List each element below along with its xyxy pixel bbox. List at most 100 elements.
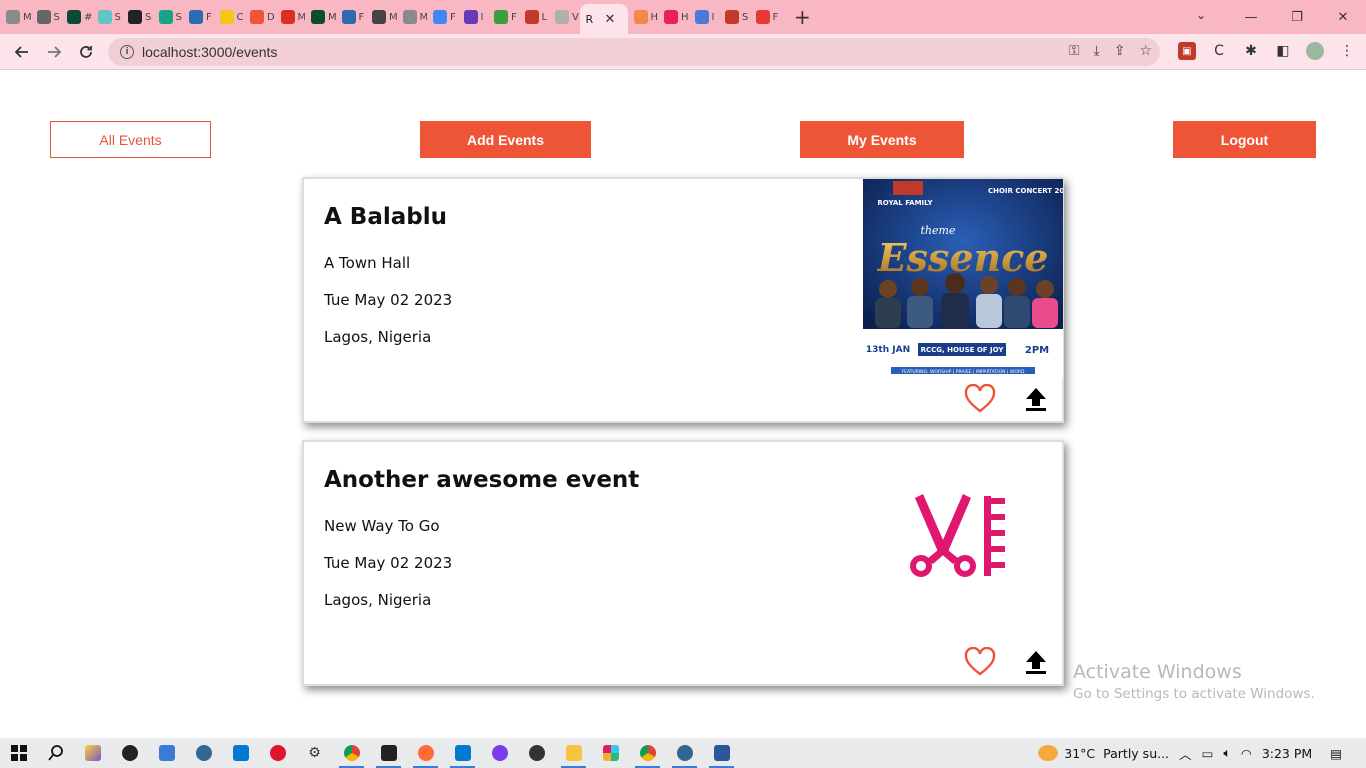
battery-icon[interactable]: ▭: [1202, 746, 1214, 761]
window-controls: — ❐ ✕: [1228, 0, 1366, 34]
menu-icon[interactable]: ⋮: [1338, 42, 1356, 60]
opera-icon[interactable]: [259, 738, 296, 768]
clock[interactable]: 3:23 PM: [1262, 746, 1312, 761]
browser-tab[interactable]: I: [689, 4, 720, 30]
forward-icon[interactable]: [38, 36, 70, 68]
wifi-icon[interactable]: ◠: [1241, 746, 1252, 761]
postman-icon[interactable]: [407, 738, 444, 768]
bookmark-star-icon[interactable]: ☆: [1139, 43, 1152, 59]
browser-tab[interactable]: S: [153, 4, 184, 30]
chrome-icon[interactable]: [629, 738, 666, 768]
slack-icon[interactable]: [592, 738, 629, 768]
extension-c-icon[interactable]: C: [1210, 42, 1228, 60]
tab-favicon-icon: [433, 10, 447, 24]
extensions-area: ▣ C ✱ ◧ ⋮: [1178, 42, 1356, 60]
add-events-button[interactable]: Add Events: [420, 121, 591, 158]
notifications-icon[interactable]: ▤: [1330, 746, 1342, 761]
browser-toolbar: i localhost:3000/events ⚿ ⤓ ⇪ ☆ ▣ C ✱ ◧ …: [0, 34, 1366, 70]
postgres-icon[interactable]: [666, 738, 703, 768]
active-tab[interactable]: R ✕: [579, 4, 628, 34]
new-tab-button[interactable]: +: [794, 5, 811, 29]
windows-start-icon[interactable]: [0, 738, 37, 768]
tab-label: M: [297, 11, 306, 23]
key-icon[interactable]: ⚿: [1069, 43, 1080, 59]
browser-tab[interactable]: V: [549, 4, 580, 30]
share-icon[interactable]: ⇪: [1114, 43, 1126, 59]
app-icon[interactable]: [74, 738, 111, 768]
browser-tab[interactable]: S: [122, 4, 153, 30]
minimize-icon[interactable]: —: [1228, 0, 1274, 34]
azure-icon[interactable]: [222, 738, 259, 768]
browser-tab[interactable]: F: [750, 4, 781, 30]
tab-label: S: [145, 11, 152, 23]
vscode-icon[interactable]: [444, 738, 481, 768]
browser-tab[interactable]: S: [92, 4, 123, 30]
tab-favicon-icon: [250, 10, 264, 24]
file-explorer-icon[interactable]: [555, 738, 592, 768]
my-events-button[interactable]: My Events: [800, 121, 964, 158]
back-icon[interactable]: [6, 36, 38, 68]
close-window-icon[interactable]: ✕: [1320, 0, 1366, 34]
settings-icon[interactable]: ⚙: [296, 738, 333, 768]
app-icon[interactable]: [481, 738, 518, 768]
chrome-icon[interactable]: [333, 738, 370, 768]
browser-tab[interactable]: M: [305, 4, 336, 30]
all-events-button[interactable]: All Events: [50, 121, 211, 158]
browser-tab[interactable]: F: [427, 4, 458, 30]
watermark-title: Activate Windows: [1073, 661, 1242, 683]
browser-tab[interactable]: #: [61, 4, 92, 30]
app-icon[interactable]: [148, 738, 185, 768]
tray-expand-icon[interactable]: ︿: [1179, 744, 1192, 763]
address-bar[interactable]: i localhost:3000/events ⚿ ⤓ ⇪ ☆: [108, 38, 1160, 66]
poster-headline: Essence: [877, 235, 1049, 280]
browser-tab[interactable]: F: [488, 4, 519, 30]
event-location: Lagos, Nigeria: [324, 591, 432, 609]
tab-label: H: [650, 11, 659, 23]
browser-tab[interactable]: S: [719, 4, 750, 30]
restore-icon[interactable]: ❐: [1274, 0, 1320, 34]
profile-avatar[interactable]: [1306, 42, 1324, 60]
browser-tab[interactable]: I: [458, 4, 489, 30]
upload-icon[interactable]: [1024, 649, 1048, 675]
tab-label: I: [711, 11, 715, 23]
browser-tab[interactable]: L: [519, 4, 550, 30]
tab-search-icon[interactable]: ⌄: [1196, 8, 1206, 22]
terminal-icon[interactable]: [370, 738, 407, 768]
tab-favicon-icon: [755, 10, 770, 24]
tab-favicon-icon: [67, 10, 81, 24]
side-panel-icon[interactable]: ◧: [1274, 42, 1292, 60]
postgres-icon[interactable]: [185, 738, 222, 768]
browser-tab[interactable]: F: [183, 4, 214, 30]
word-icon[interactable]: [703, 738, 740, 768]
browser-tab[interactable]: S: [31, 4, 62, 30]
media-icon[interactable]: [518, 738, 555, 768]
browser-tab[interactable]: H: [658, 4, 689, 30]
tab-label: #: [84, 12, 92, 23]
tab-label: M: [23, 11, 31, 23]
browser-tab[interactable]: M: [397, 4, 427, 30]
search-icon[interactable]: [37, 738, 74, 768]
tab-favicon-icon: [341, 10, 356, 24]
browser-tab[interactable]: F: [336, 4, 367, 30]
logout-button[interactable]: Logout: [1173, 121, 1316, 158]
install-icon[interactable]: ⤓: [1094, 43, 1100, 59]
extension-icon[interactable]: ▣: [1178, 42, 1196, 60]
reload-icon[interactable]: [70, 36, 102, 68]
heart-icon[interactable]: [964, 647, 996, 677]
puzzle-icon[interactable]: ✱: [1242, 42, 1260, 60]
weather-text[interactable]: Partly su...: [1103, 746, 1169, 761]
github-desktop-icon[interactable]: [111, 738, 148, 768]
browser-tab[interactable]: M: [366, 4, 397, 30]
browser-tab[interactable]: M: [275, 4, 306, 30]
close-tab-icon[interactable]: ✕: [605, 12, 616, 27]
heart-icon[interactable]: [964, 384, 996, 414]
tab-label: F: [511, 11, 517, 23]
browser-tab[interactable]: H: [628, 4, 659, 30]
volume-icon[interactable]: 🔈︎: [1223, 745, 1231, 761]
tab-favicon-icon: [524, 10, 539, 24]
browser-tab[interactable]: D: [244, 4, 275, 30]
site-info-icon[interactable]: i: [120, 45, 134, 59]
browser-tab[interactable]: C: [214, 4, 245, 30]
upload-icon[interactable]: [1024, 386, 1048, 412]
browser-tab[interactable]: M: [0, 4, 31, 30]
